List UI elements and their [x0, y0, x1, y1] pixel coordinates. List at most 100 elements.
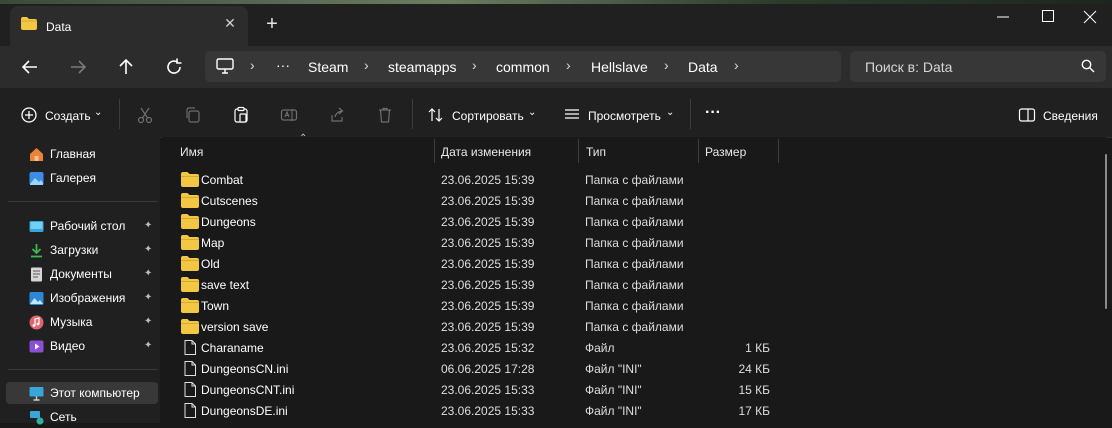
file-date: 23.06.2025 15:39: [441, 194, 535, 208]
forward-icon[interactable]: [66, 55, 90, 79]
file-type: Файл "INI": [585, 383, 642, 397]
breadcrumb-steam[interactable]: Steam: [308, 59, 348, 75]
sidebar-divider: [8, 369, 158, 370]
close-window-icon[interactable]: [1082, 8, 1098, 26]
chevron-down-icon[interactable]: ⌄: [666, 107, 674, 118]
breadcrumb-steamapps[interactable]: steamapps: [388, 59, 456, 75]
pin-icon[interactable]: ✦: [144, 317, 154, 327]
sort-button[interactable]: Сортировать: [452, 109, 524, 123]
file-name: Town: [201, 299, 230, 313]
documents-icon: [31, 267, 42, 282]
file-date: 23.06.2025 15:39: [441, 299, 535, 313]
sidebar-item-label: Музыка: [50, 315, 93, 329]
pin-icon[interactable]: ✦: [144, 269, 154, 279]
pin-icon[interactable]: ✦: [144, 341, 154, 351]
up-icon[interactable]: [114, 55, 138, 79]
minimize-icon[interactable]: [996, 8, 1010, 26]
sidebar-item-label: Документы: [50, 267, 112, 281]
column-header-name[interactable]: Имя: [180, 145, 203, 159]
pin-icon[interactable]: ✦: [144, 293, 154, 303]
copy-icon[interactable]: [184, 106, 202, 124]
file-size: 1 КБ: [745, 341, 770, 355]
chevron-right-icon[interactable]: ›: [472, 57, 477, 73]
file-date: 23.06.2025 15:39: [441, 173, 535, 187]
chevron-right-icon[interactable]: ›: [250, 57, 255, 73]
file-date: 06.06.2025 17:28: [441, 362, 535, 376]
pin-icon[interactable]: ✦: [144, 221, 154, 231]
back-icon[interactable]: [18, 55, 42, 79]
chevron-down-icon[interactable]: ⌄: [528, 107, 536, 118]
file-name: DungeonsCNT.ini: [201, 383, 295, 397]
maximize-icon[interactable]: [1042, 10, 1054, 22]
sidebar-item-label: Рабочий стол: [50, 219, 126, 233]
vertical-scrollbar[interactable]: [1105, 154, 1107, 309]
chevron-down-icon[interactable]: ⌄: [94, 107, 102, 118]
share-icon[interactable]: [328, 106, 346, 124]
column-divider[interactable]: [778, 139, 779, 163]
chevron-right-icon[interactable]: ›: [566, 57, 571, 73]
file-name: Old: [201, 257, 220, 271]
column-header-date[interactable]: Дата изменения: [441, 145, 531, 159]
file-type: Файл "INI": [585, 362, 642, 376]
folder-icon: [181, 298, 199, 313]
file-name: save text: [201, 278, 250, 292]
file-date: 23.06.2025 15:32: [441, 341, 535, 355]
sidebar-item-label: Галерея: [50, 171, 97, 185]
sidebar-item-label: Изображения: [50, 291, 126, 305]
sidebar-item-label: Сеть: [50, 410, 77, 424]
chevron-right-icon[interactable]: ›: [734, 57, 739, 73]
file-type: Папка с файлами: [585, 299, 684, 313]
tab-title: Data: [46, 20, 72, 34]
folder-icon: [181, 277, 199, 292]
folder-icon: [21, 17, 37, 30]
file-date: 23.06.2025 15:39: [441, 215, 535, 229]
breadcrumb-common[interactable]: common: [496, 59, 550, 75]
paste-icon[interactable]: [232, 106, 250, 124]
view-button[interactable]: Просмотреть: [588, 109, 661, 123]
column-header-size[interactable]: Размер: [705, 145, 746, 159]
refresh-icon[interactable]: [162, 55, 186, 79]
file-type: Файл "INI": [585, 404, 642, 418]
file-size: 24 КБ: [738, 362, 770, 376]
plus-circle-icon[interactable]: [20, 106, 38, 124]
sidebar-item-label: Загрузки: [50, 243, 99, 257]
sort-icon[interactable]: [427, 106, 445, 124]
folder-icon: [181, 172, 199, 187]
details-button[interactable]: Сведения: [1043, 109, 1098, 123]
column-header-type[interactable]: Тип: [586, 145, 606, 159]
file-type: Папка с файлами: [585, 215, 684, 229]
file-date: 23.06.2025 15:39: [441, 236, 535, 250]
delete-icon[interactable]: [376, 106, 394, 124]
column-divider[interactable]: [434, 139, 435, 163]
pin-icon[interactable]: ✦: [144, 245, 154, 255]
gallery-icon: [29, 172, 44, 185]
column-divider[interactable]: [698, 139, 699, 163]
more-options-button[interactable]: ···: [705, 104, 721, 122]
folder-icon: [181, 193, 199, 208]
column-divider[interactable]: [578, 139, 579, 163]
search-icon[interactable]: [1081, 59, 1095, 73]
new-tab-button[interactable]: +: [262, 14, 282, 34]
this-pc-icon[interactable]: [216, 58, 234, 74]
chevron-right-icon[interactable]: ›: [664, 57, 669, 73]
file-icon: [184, 382, 196, 397]
file-name: version save: [201, 320, 269, 334]
search-input[interactable]: Поиск в: Data: [865, 59, 952, 75]
file-type: Папка с файлами: [585, 173, 684, 187]
breadcrumb-data[interactable]: Data: [688, 59, 718, 75]
cut-icon[interactable]: [136, 106, 154, 124]
close-tab-icon[interactable]: ✕: [223, 16, 237, 30]
file-date: 23.06.2025 15:33: [441, 404, 535, 418]
details-pane-icon[interactable]: [1018, 106, 1036, 124]
sidebar-item-label: Главная: [50, 147, 96, 161]
breadcrumb-hellslave[interactable]: Hellslave: [591, 59, 648, 75]
view-icon[interactable]: [563, 106, 581, 124]
chevron-right-icon[interactable]: ›: [364, 57, 369, 73]
folder-icon: [181, 319, 199, 334]
create-button[interactable]: Создать: [45, 109, 91, 123]
more-breadcrumbs-button[interactable]: ···: [276, 57, 290, 73]
table-row[interactable]: [170, 338, 1100, 358]
rename-icon[interactable]: [280, 106, 298, 124]
file-name: Charaname: [201, 341, 264, 355]
file-size: 17 КБ: [738, 404, 770, 418]
